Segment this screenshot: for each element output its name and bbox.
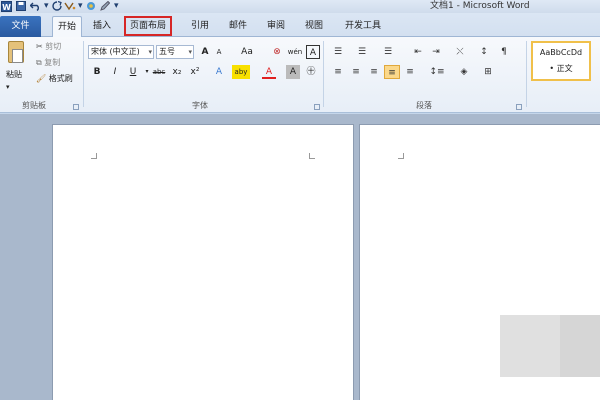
numbering-button[interactable]: ☰ — [354, 45, 370, 59]
paragraph-launcher-icon[interactable] — [516, 104, 522, 110]
change-case-button[interactable]: Aa — [238, 45, 256, 59]
font-launcher-icon[interactable] — [314, 104, 320, 110]
chinese-layout-button[interactable]: ⤬ — [452, 45, 468, 59]
paste-icon[interactable] — [8, 41, 24, 63]
tab-references[interactable]: 引用 — [186, 16, 214, 37]
document-page-2[interactable] — [359, 124, 600, 400]
increase-indent-button[interactable]: ⇥ — [428, 45, 444, 59]
underline-button[interactable]: U — [126, 65, 140, 79]
enclose-characters-button[interactable]: ㊉ — [304, 65, 318, 79]
tab-home[interactable]: 开始 — [52, 16, 82, 37]
copy-icon: ⧉ — [36, 58, 42, 67]
copy-button[interactable]: ⧉ 复制 — [36, 57, 60, 71]
font-size-combo[interactable]: 五号 ▾ — [156, 45, 194, 59]
ribbon-tabs: 文件 开始 插入 页面布局 引用 邮件 审阅 视图 开发工具 — [0, 13, 600, 37]
clipboard-group-label: 剪贴板 — [22, 101, 46, 110]
margin-corner-mark — [398, 153, 404, 159]
tab-developer[interactable]: 开发工具 — [340, 16, 386, 37]
scissors-icon: ✂ — [36, 42, 43, 51]
format-painter-button[interactable]: 🖌 格式刷 — [36, 73, 73, 87]
title-bar: W ▾ ▾ ▾ 文档1 - Microsoft Word — [0, 0, 600, 13]
group-separator — [526, 41, 527, 107]
scroll-overlay — [500, 315, 560, 377]
shading-button[interactable]: ◈ — [456, 65, 472, 79]
italic-button[interactable]: I — [108, 65, 122, 79]
tab-insert[interactable]: 插入 — [88, 16, 116, 37]
font-name-value: 宋体 (中文正) — [91, 47, 140, 56]
character-border-button[interactable]: A — [306, 45, 320, 59]
font-group-label: 字体 — [192, 101, 208, 110]
scroll-overlay — [560, 315, 600, 377]
font-color-button[interactable]: A — [262, 65, 276, 79]
qat-dropdown-icon[interactable]: ▾ — [78, 1, 83, 12]
tab-mailings[interactable]: 邮件 — [224, 16, 252, 37]
character-shading-button[interactable]: A — [286, 65, 300, 79]
paragraph-group-label: 段落 — [416, 101, 432, 110]
grow-font-button[interactable]: A — [198, 45, 212, 59]
chevron-down-icon: ▾ — [188, 48, 192, 56]
strikethrough-button[interactable]: abc — [150, 65, 168, 79]
bold-button[interactable]: B — [90, 65, 104, 79]
brush-icon: 🖌 — [36, 74, 47, 83]
tab-view[interactable]: 视图 — [300, 16, 328, 37]
style-sample: AaBbCcDd — [539, 48, 583, 57]
document-page-1[interactable] — [52, 124, 354, 400]
text-effect-button[interactable]: A — [212, 65, 226, 79]
tab-file[interactable]: 文件 — [0, 16, 41, 37]
redo-icon[interactable] — [52, 0, 62, 12]
word-app-icon[interactable]: W — [1, 1, 12, 12]
shrink-font-button[interactable]: A — [212, 45, 226, 59]
tab-page-layout[interactable]: 页面布局 — [124, 16, 172, 36]
margin-corner-mark — [91, 153, 97, 159]
subscript-button[interactable]: x₂ — [170, 65, 184, 79]
group-separator — [323, 41, 324, 107]
cut-label: 剪切 — [45, 42, 62, 51]
style-normal[interactable]: AaBbCcDd • 正文 — [531, 41, 591, 81]
tab-review[interactable]: 审阅 — [262, 16, 290, 37]
clipboard-launcher-icon[interactable] — [73, 104, 79, 110]
multilevel-list-button[interactable]: ☰ — [380, 45, 396, 59]
sort-button[interactable]: ↕ — [476, 45, 492, 59]
borders-button[interactable]: ⊞ — [480, 65, 496, 79]
format-painter-label: 格式刷 — [48, 74, 73, 83]
copy-label: 复制 — [44, 58, 61, 67]
clear-format-button[interactable]: ⊗ — [270, 45, 284, 59]
margin-corner-mark — [309, 153, 315, 159]
align-left-button[interactable]: ≡ — [330, 65, 346, 79]
document-area[interactable] — [0, 114, 600, 400]
pen-icon[interactable] — [100, 0, 111, 12]
font-size-value: 五号 — [159, 47, 175, 56]
bullets-button[interactable]: ☰ — [330, 45, 346, 59]
superscript-button[interactable]: x² — [188, 65, 202, 79]
show-marks-button[interactable]: ¶ — [496, 45, 512, 59]
cut-button[interactable]: ✂ 剪切 — [36, 41, 61, 55]
distributed-button[interactable]: ≡ — [402, 65, 418, 79]
highlight-button[interactable]: aby — [232, 65, 250, 79]
undo-icon[interactable] — [29, 1, 42, 12]
customize-qat-icon[interactable]: ▾ — [114, 1, 119, 12]
color-circle-icon[interactable] — [86, 1, 96, 12]
align-right-button[interactable]: ≡ — [366, 65, 382, 79]
justify-button[interactable]: ≡ — [384, 65, 400, 79]
font-name-combo[interactable]: 宋体 (中文正) ▾ — [88, 45, 154, 59]
save-icon[interactable] — [16, 1, 26, 12]
phonetic-guide-button[interactable]: wén — [286, 45, 304, 59]
style-name: • 正文 — [549, 64, 573, 73]
undo-dropdown-icon[interactable]: ▾ — [44, 1, 49, 12]
window-title: 文档1 - Microsoft Word — [430, 1, 530, 11]
ribbon-home: 粘贴 ▾ ✂ 剪切 ⧉ 复制 🖌 格式刷 剪贴板 宋体 (中文正) ▾ 五号 ▾… — [0, 37, 600, 113]
chevron-down-icon: ▾ — [148, 48, 152, 56]
decrease-indent-button[interactable]: ⇤ — [410, 45, 426, 59]
line-spacing-button[interactable]: ↕≡ — [426, 65, 448, 79]
paste-dropdown-icon[interactable]: ▾ — [6, 81, 10, 95]
group-separator — [83, 41, 84, 107]
align-center-button[interactable]: ≡ — [348, 65, 364, 79]
format-painter-qat-icon[interactable] — [64, 1, 76, 12]
